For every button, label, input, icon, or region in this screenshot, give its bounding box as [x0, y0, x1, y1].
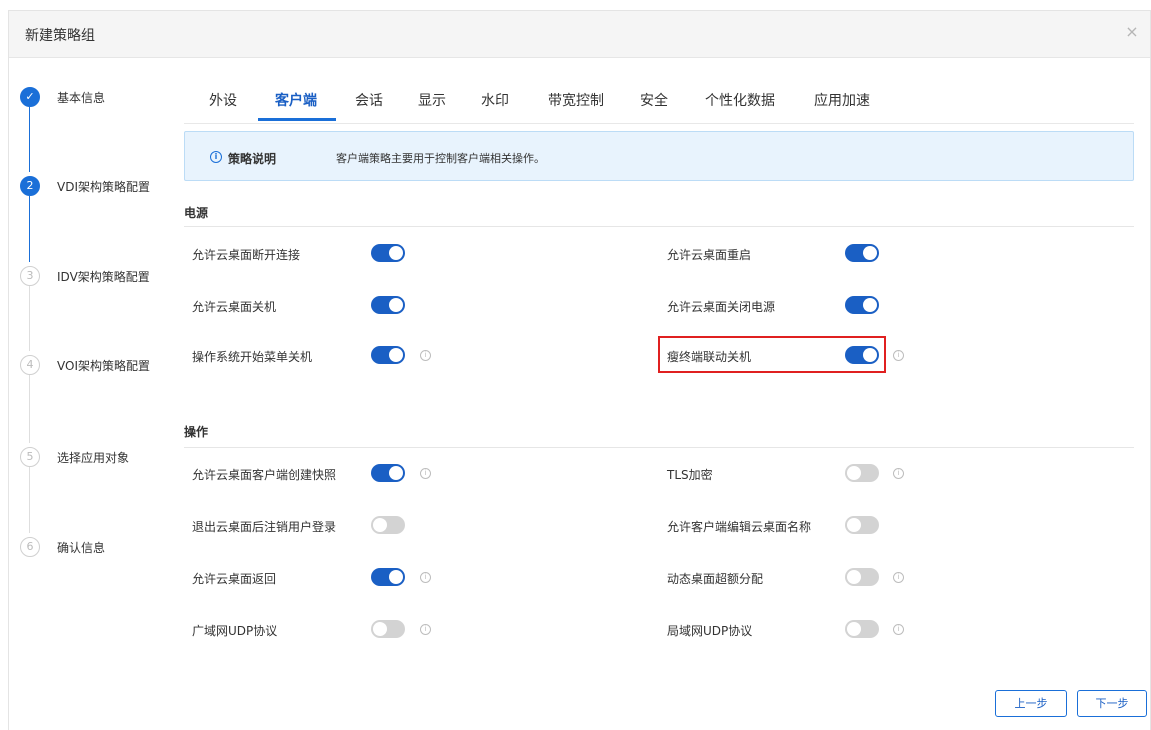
toggle-knob	[389, 298, 403, 312]
option-toggle[interactable]	[371, 464, 405, 482]
step-1: ✓ 基本信息	[20, 87, 170, 107]
option-label: 局域网UDP协议	[667, 624, 753, 638]
tab-1[interactable]: 外设	[209, 90, 237, 110]
option-label: 允许云桌面断开连接	[192, 248, 301, 262]
section-title-power: 电源	[184, 206, 209, 220]
section-title-ops: 操作	[184, 425, 209, 439]
tab-7[interactable]: 安全	[640, 90, 668, 110]
dialog-title: 新建策略组	[25, 28, 95, 44]
option-label: 退出云桌面后注销用户登录	[192, 520, 337, 534]
option-label: 允许云桌面重启	[667, 248, 752, 262]
info-text: 客户端策略主要用于控制客户端相关操作。	[336, 152, 545, 165]
step-label: 确认信息	[57, 541, 106, 555]
option-label: 动态桌面超额分配	[667, 572, 764, 586]
step-number: 4	[20, 355, 40, 375]
step-3: 3 IDV架构策略配置	[20, 266, 170, 286]
toggle-knob	[389, 570, 403, 584]
option-toggle[interactable]	[371, 568, 405, 586]
dialog-header: 新建策略组 ×	[9, 11, 1150, 58]
tab-3[interactable]: 会话	[355, 90, 383, 110]
option-toggle[interactable]	[845, 620, 879, 638]
option-label: 允许客户端编辑云桌面名称	[667, 520, 812, 534]
info-icon: i	[210, 151, 222, 163]
toggle-knob	[847, 570, 861, 584]
highlight-frame	[658, 336, 886, 373]
tab-8[interactable]: 个性化数据	[705, 90, 775, 110]
step-label: 基本信息	[57, 91, 106, 105]
option-label: 允许云桌面客户端创建快照	[192, 468, 337, 482]
step-connector	[29, 107, 30, 172]
toggle-knob	[863, 246, 877, 260]
tab-9[interactable]: 应用加速	[814, 90, 870, 110]
toggle-knob	[389, 348, 403, 362]
option-toggle[interactable]	[371, 244, 405, 262]
step-label: IDV架构策略配置	[57, 270, 150, 284]
close-icon[interactable]: ×	[1122, 22, 1142, 42]
section-divider	[184, 447, 1134, 448]
help-icon[interactable]: i	[420, 468, 431, 479]
step-label: VOI架构策略配置	[57, 359, 150, 373]
option-label: 操作系统开始菜单关机	[192, 350, 313, 364]
prev-step-button[interactable]: 上一步	[995, 690, 1067, 717]
section-divider	[184, 226, 1134, 227]
toggle-knob	[373, 518, 387, 532]
tab-4[interactable]: 显示	[418, 90, 446, 110]
step-4: 4 VOI架构策略配置	[20, 355, 170, 375]
toggle-knob	[863, 298, 877, 312]
option-toggle[interactable]	[371, 296, 405, 314]
toggle-knob	[847, 622, 861, 636]
tab-2[interactable]: 客户端	[275, 90, 317, 110]
toggle-knob	[847, 518, 861, 532]
option-toggle[interactable]	[371, 516, 405, 534]
policy-description-banner: i 策略说明 客户端策略主要用于控制客户端相关操作。	[184, 131, 1134, 181]
option-toggle[interactable]	[845, 244, 879, 262]
step-number: 3	[20, 266, 40, 286]
step-2: 2 VDI架构策略配置	[20, 176, 170, 196]
info-title: 策略说明	[228, 152, 277, 166]
step-5: 5 选择应用对象	[20, 447, 170, 467]
option-label: 允许云桌面关闭电源	[667, 300, 776, 314]
option-toggle[interactable]	[371, 346, 405, 364]
tab-5[interactable]: 水印	[481, 90, 509, 110]
toggle-knob	[373, 622, 387, 636]
step-number: 2	[20, 176, 40, 196]
help-icon[interactable]: i	[893, 350, 904, 361]
toggle-knob	[847, 466, 861, 480]
next-step-button[interactable]: 下一步	[1077, 690, 1147, 717]
check-icon: ✓	[20, 87, 40, 107]
option-label: TLS加密	[667, 468, 713, 482]
help-icon[interactable]: i	[893, 468, 904, 479]
help-icon[interactable]: i	[420, 572, 431, 583]
step-label: 选择应用对象	[57, 451, 130, 465]
option-toggle[interactable]	[845, 516, 879, 534]
policy-tabs: 外设 客户端 会话 显示 水印 带宽控制 安全 个性化数据 应用加速	[184, 78, 1134, 124]
option-toggle[interactable]	[845, 568, 879, 586]
step-connector	[29, 375, 30, 443]
help-icon[interactable]: i	[420, 624, 431, 635]
option-toggle[interactable]	[371, 620, 405, 638]
help-icon[interactable]: i	[420, 350, 431, 361]
active-tab-indicator	[258, 118, 336, 121]
option-label: 允许云桌面关机	[192, 300, 277, 314]
step-6: 6 确认信息	[20, 537, 170, 557]
toggle-knob	[389, 466, 403, 480]
option-toggle[interactable]	[845, 296, 879, 314]
step-connector	[29, 467, 30, 533]
step-label: VDI架构策略配置	[57, 180, 150, 194]
option-label: 允许云桌面返回	[192, 572, 277, 586]
step-number: 6	[20, 537, 40, 557]
help-icon[interactable]: i	[893, 572, 904, 583]
option-label: 广域网UDP协议	[192, 624, 278, 638]
step-connector	[29, 286, 30, 351]
tab-6[interactable]: 带宽控制	[548, 90, 604, 110]
help-icon[interactable]: i	[893, 624, 904, 635]
step-number: 5	[20, 447, 40, 467]
step-connector	[29, 196, 30, 262]
toggle-knob	[389, 246, 403, 260]
option-toggle[interactable]	[845, 464, 879, 482]
